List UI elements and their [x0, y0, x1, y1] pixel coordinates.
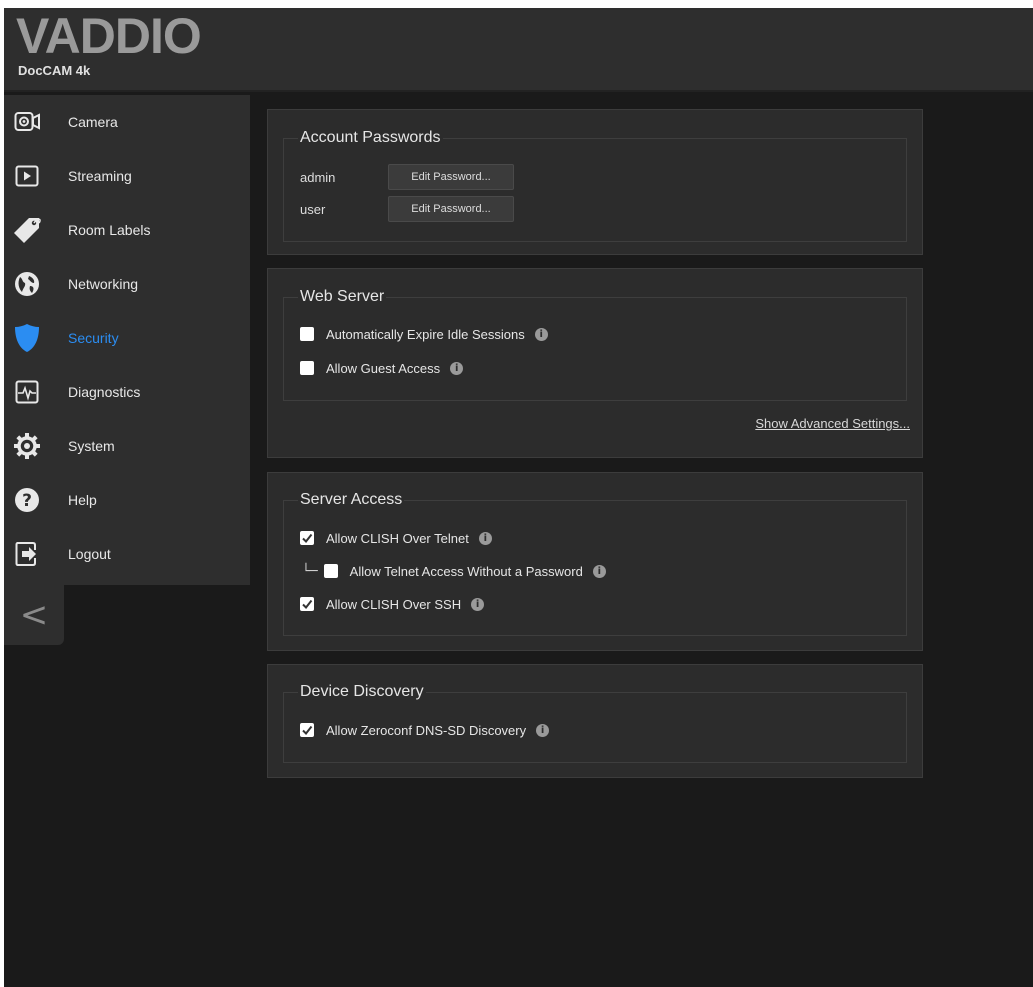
- help-icon: ?: [12, 485, 42, 515]
- sidebar-item-label: Networking: [68, 276, 139, 292]
- auto-expire-checkbox[interactable]: [300, 327, 314, 341]
- server-access-panel: Server Access Allow CLISH Over Telnet i …: [267, 472, 923, 651]
- auto-expire-label: Automatically Expire Idle Sessions: [326, 326, 525, 342]
- tag-icon: [12, 215, 42, 245]
- device-discovery-panel: Device Discovery Allow Zeroconf DNS-SD D…: [267, 664, 923, 778]
- sidebar-item-system[interactable]: System: [4, 419, 250, 473]
- info-icon[interactable]: i: [450, 361, 464, 375]
- zeroconf-option: Allow Zeroconf DNS-SD Discovery i: [300, 720, 550, 740]
- clish-ssh-label: Allow CLISH Over SSH: [326, 596, 462, 612]
- info-icon[interactable]: i: [471, 597, 485, 611]
- sidebar-item-camera[interactable]: Camera: [4, 95, 250, 149]
- guest-access-label: Allow Guest Access: [326, 360, 441, 376]
- info-icon[interactable]: i: [534, 327, 548, 341]
- edit-admin-password-button[interactable]: Edit Password...: [388, 164, 514, 190]
- globe-icon: [12, 269, 42, 299]
- username-label: user: [300, 201, 326, 217]
- tree-branch-icon: └─: [302, 563, 318, 579]
- account-passwords-fieldset: Account Passwords admin Edit Password...…: [283, 129, 907, 242]
- section-title: Web Server: [298, 288, 387, 306]
- sidebar-item-label: Room Labels: [68, 222, 151, 238]
- shield-icon: [12, 323, 42, 353]
- sidebar-item-help[interactable]: ? Help: [4, 473, 250, 527]
- account-passwords-panel: Account Passwords admin Edit Password...…: [267, 109, 923, 255]
- sidebar-item-networking[interactable]: Networking: [4, 257, 250, 311]
- section-title: Server Access: [298, 491, 405, 509]
- web-server-panel: Web Server Automatically Expire Idle Ses…: [267, 268, 923, 458]
- section-title: Account Passwords: [298, 129, 443, 147]
- chevron-left-icon: <: [19, 595, 49, 635]
- gear-icon: [12, 431, 42, 461]
- sidebar-item-label: System: [68, 438, 115, 454]
- collapse-sidebar-button[interactable]: <: [4, 585, 64, 645]
- show-advanced-settings-link[interactable]: Show Advanced Settings...: [755, 416, 910, 431]
- sidebar-item-room-labels[interactable]: Room Labels: [4, 203, 250, 257]
- info-icon[interactable]: i: [592, 564, 606, 578]
- camera-icon: [12, 107, 42, 137]
- sidebar-item-label: Logout: [68, 546, 111, 562]
- sidebar: Camera Streaming Room Labels Networking: [4, 95, 250, 585]
- sidebar-item-security[interactable]: Security: [4, 311, 250, 365]
- password-row: admin Edit Password...: [300, 164, 900, 190]
- device-discovery-fieldset: Device Discovery Allow Zeroconf DNS-SD D…: [283, 683, 907, 763]
- guest-access-checkbox[interactable]: [300, 361, 314, 375]
- sidebar-item-label: Camera: [68, 114, 118, 130]
- clish-ssh-option: Allow CLISH Over SSH i: [300, 594, 485, 614]
- sidebar-item-label: Security: [68, 330, 119, 346]
- clish-telnet-checkbox[interactable]: [300, 531, 314, 545]
- auto-expire-option: Automatically Expire Idle Sessions i: [300, 324, 548, 344]
- vaddio-logo: VADDIO: [16, 8, 202, 64]
- sidebar-item-label: Help: [68, 492, 97, 508]
- sidebar-item-label: Diagnostics: [68, 384, 141, 400]
- app-window: VADDIO DocCAM 4k Camera Streaming Room L…: [4, 8, 1033, 987]
- model-name: DocCAM 4k: [18, 63, 91, 78]
- server-access-fieldset: Server Access Allow CLISH Over Telnet i …: [283, 491, 907, 636]
- logout-icon: [12, 539, 42, 569]
- web-server-fieldset: Web Server Automatically Expire Idle Ses…: [283, 288, 907, 401]
- edit-user-password-button[interactable]: Edit Password...: [388, 196, 514, 222]
- telnet-no-password-option: └─ Allow Telnet Access Without a Passwor…: [302, 561, 606, 581]
- sidebar-item-diagnostics[interactable]: Diagnostics: [4, 365, 250, 419]
- clish-telnet-label: Allow CLISH Over Telnet: [326, 530, 469, 546]
- sidebar-item-logout[interactable]: Logout: [4, 527, 250, 581]
- username-label: admin: [300, 169, 336, 185]
- play-icon: [12, 161, 42, 191]
- telnet-no-password-label: Allow Telnet Access Without a Password: [349, 563, 583, 579]
- zeroconf-checkbox[interactable]: [300, 723, 314, 737]
- guest-access-option: Allow Guest Access i: [300, 358, 464, 378]
- clish-ssh-checkbox[interactable]: [300, 597, 314, 611]
- telnet-no-password-checkbox[interactable]: [323, 564, 338, 578]
- password-row: user Edit Password...: [300, 196, 900, 222]
- clish-telnet-option: Allow CLISH Over Telnet i: [300, 528, 492, 548]
- sidebar-item-label: Streaming: [68, 168, 132, 184]
- pulse-icon: [12, 377, 42, 407]
- section-title: Device Discovery: [298, 683, 426, 701]
- sidebar-item-streaming[interactable]: Streaming: [4, 149, 250, 203]
- info-icon[interactable]: i: [478, 531, 492, 545]
- info-icon[interactable]: i: [536, 723, 550, 737]
- zeroconf-label: Allow Zeroconf DNS-SD Discovery: [326, 722, 527, 738]
- header-bar: VADDIO DocCAM 4k: [4, 8, 1033, 92]
- svg-text:?: ?: [22, 491, 32, 511]
